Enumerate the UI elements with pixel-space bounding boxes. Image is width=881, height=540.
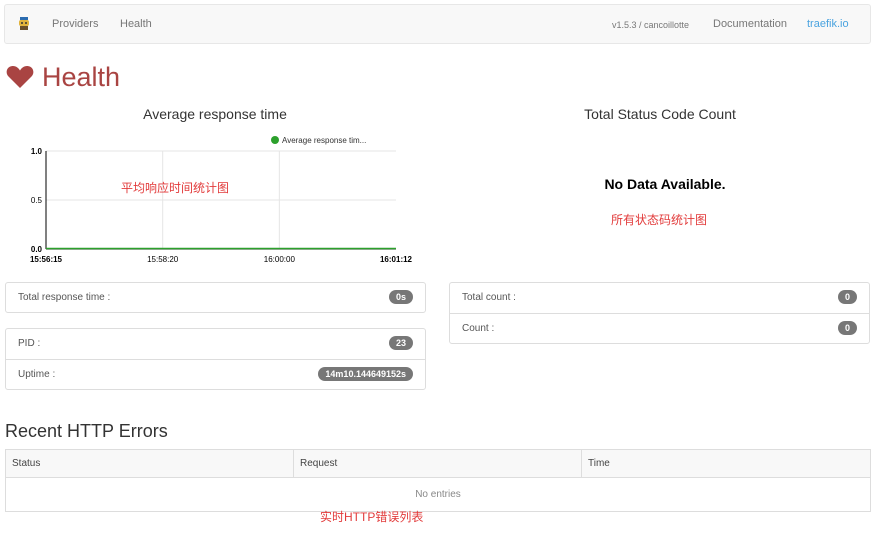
column-header-request[interactable]: Request xyxy=(293,449,582,478)
page-title: Health xyxy=(6,60,120,94)
y-tick-label: 1.0 xyxy=(31,147,43,156)
total-response-time-badge: 0s xyxy=(388,290,413,304)
count-badge: 0 xyxy=(837,321,857,335)
nav-traefik-link[interactable]: traefik.io xyxy=(807,18,849,30)
total-response-time-row: Total response time : 0s xyxy=(6,283,425,313)
count-panel: Total count : 0 Count : 0 xyxy=(449,282,870,344)
response-time-chart: 0.0 0.5 1.0 15:56:15 15:58:20 16:00:00 16:01:1… xyxy=(30,136,413,264)
status-chart-annotation: 所有状态码统计图 xyxy=(611,213,708,227)
nav-health-link[interactable]: Health xyxy=(120,18,152,30)
version-label: v1.5.3 / cancoillotte xyxy=(612,20,690,30)
column-header-status[interactable]: Status xyxy=(5,449,294,478)
heart-icon xyxy=(6,65,34,88)
count-row: Count : 0 xyxy=(450,313,869,343)
page-title-text: Health xyxy=(42,61,121,92)
pid-row: PID : 23 xyxy=(6,329,425,359)
x-tick-label: 15:56:15 xyxy=(30,255,63,264)
uptime-row: Uptime : 14m10.144649152s xyxy=(6,359,425,389)
y-tick-label: 0.5 xyxy=(31,196,43,205)
response-time-panel: Total response time : 0s xyxy=(5,282,426,313)
table-header-row: Status Request Time xyxy=(5,449,871,478)
y-tick-label: 0.0 xyxy=(31,245,43,254)
table-row: No entries xyxy=(5,477,871,512)
no-entries-message: No entries xyxy=(5,477,871,512)
legend-dot xyxy=(271,136,279,144)
x-tick-label: 15:58:20 xyxy=(147,255,179,264)
total-response-time-label: Total response time : xyxy=(18,292,111,303)
recent-errors-table: Status Request Time No entries xyxy=(5,449,871,512)
uptime-badge: 14m10.144649152s xyxy=(318,367,413,381)
chart-grid xyxy=(46,150,396,250)
no-data-message: No Data Available. xyxy=(604,176,726,192)
x-tick-label: 16:01:12 xyxy=(380,255,413,264)
column-header-time[interactable]: Time xyxy=(581,449,871,478)
errors-annotation: 实时HTTP错误列表 xyxy=(320,510,424,524)
total-count-badge: 0 xyxy=(837,290,857,304)
total-count-label: Total count : xyxy=(462,292,516,303)
response-chart-heading: Average response time xyxy=(143,106,287,122)
count-label: Count : xyxy=(462,323,495,334)
response-chart-annotation: 平均响应时间统计图 xyxy=(121,181,230,195)
status-chart-heading: Total Status Code Count xyxy=(584,106,736,122)
nav-providers-link[interactable]: Providers xyxy=(52,18,98,30)
x-tick-label: 16:00:00 xyxy=(264,255,296,264)
recent-errors-title: Recent HTTP Errors xyxy=(5,421,168,441)
nav-documentation-link[interactable]: Documentation xyxy=(713,18,787,30)
pid-label: PID : xyxy=(18,338,41,349)
chart-legend[interactable]: Average response tim... xyxy=(271,136,366,145)
traefik-logo-icon[interactable] xyxy=(17,16,31,32)
top-navbar: Providers Health v1.5.3 / cancoillotte D… xyxy=(4,4,871,44)
pid-badge: 23 xyxy=(388,336,413,350)
legend-label: Average response tim... xyxy=(282,136,366,145)
process-panel: PID : 23 Uptime : 14m10.144649152s xyxy=(5,328,426,390)
chart-axes: 0.0 0.5 1.0 15:56:15 15:58:20 16:00:00 16:01:1… xyxy=(30,147,413,264)
uptime-label: Uptime : xyxy=(18,369,56,380)
total-count-row: Total count : 0 xyxy=(450,283,869,313)
